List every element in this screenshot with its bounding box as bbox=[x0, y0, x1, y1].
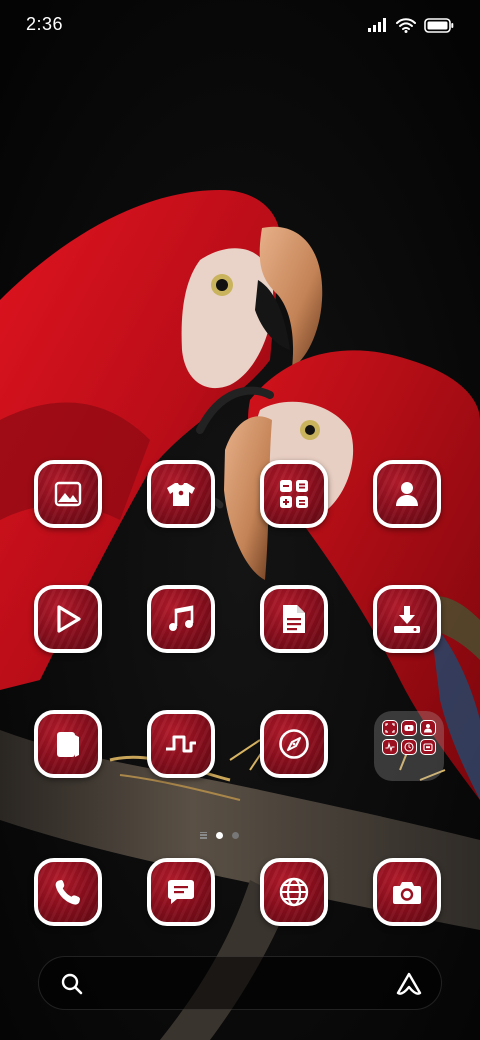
music-app-icon[interactable] bbox=[147, 585, 215, 653]
gallery-icon bbox=[54, 481, 82, 507]
contacts-app-icon[interactable] bbox=[373, 460, 441, 528]
search-bar[interactable] bbox=[38, 956, 442, 1010]
calculator-app-icon[interactable] bbox=[260, 460, 328, 528]
status-time: 2:36 bbox=[26, 14, 64, 34]
downloads-app-icon[interactable] bbox=[373, 585, 441, 653]
wallet-icon bbox=[57, 732, 79, 757]
notes-icon bbox=[283, 605, 305, 633]
wifi-icon bbox=[396, 17, 416, 33]
gallery-app-icon[interactable] bbox=[34, 460, 102, 528]
browser-icon bbox=[279, 877, 309, 907]
status-icons bbox=[368, 15, 454, 35]
notes-app-icon[interactable] bbox=[260, 585, 328, 653]
compass-app-icon[interactable] bbox=[260, 710, 328, 778]
phone-app-icon[interactable] bbox=[34, 858, 102, 926]
messages-icon bbox=[168, 880, 194, 904]
app-folder[interactable] bbox=[374, 711, 444, 781]
phone-icon bbox=[55, 880, 80, 905]
camera-icon bbox=[393, 882, 421, 904]
themes-icon bbox=[167, 483, 195, 506]
battery-icon bbox=[424, 17, 454, 33]
downloads-icon bbox=[394, 606, 420, 633]
youtube-icon bbox=[401, 720, 417, 736]
video-icon bbox=[57, 605, 81, 633]
pulse-icon bbox=[166, 735, 196, 753]
feed-page-indicator-icon[interactable] bbox=[200, 831, 207, 839]
compass-icon bbox=[279, 729, 309, 759]
pulse-app-icon[interactable] bbox=[147, 710, 215, 778]
pulse-icon bbox=[382, 739, 398, 755]
video-app-icon[interactable] bbox=[34, 585, 102, 653]
themes-app-icon[interactable] bbox=[147, 460, 215, 528]
music-icon bbox=[169, 605, 194, 631]
contacts-icon bbox=[420, 720, 436, 736]
camera-app-icon[interactable] bbox=[373, 858, 441, 926]
signal-icon bbox=[368, 18, 386, 32]
settings-icon bbox=[420, 739, 436, 755]
status-bar: 2:36 bbox=[0, 0, 480, 50]
page-indicator[interactable] bbox=[200, 830, 239, 840]
page-dot[interactable] bbox=[232, 831, 239, 839]
contacts-icon bbox=[396, 482, 418, 506]
clock-icon bbox=[401, 739, 417, 755]
page-dot-active[interactable] bbox=[216, 831, 223, 839]
search-icon[interactable] bbox=[61, 973, 83, 995]
assistant-icon[interactable] bbox=[395, 971, 423, 997]
browser-app-icon[interactable] bbox=[260, 858, 328, 926]
calculator-icon bbox=[280, 480, 308, 508]
messages-app-icon[interactable] bbox=[147, 858, 215, 926]
screenshot-icon bbox=[382, 720, 398, 736]
wallet-app-icon[interactable] bbox=[34, 710, 102, 778]
